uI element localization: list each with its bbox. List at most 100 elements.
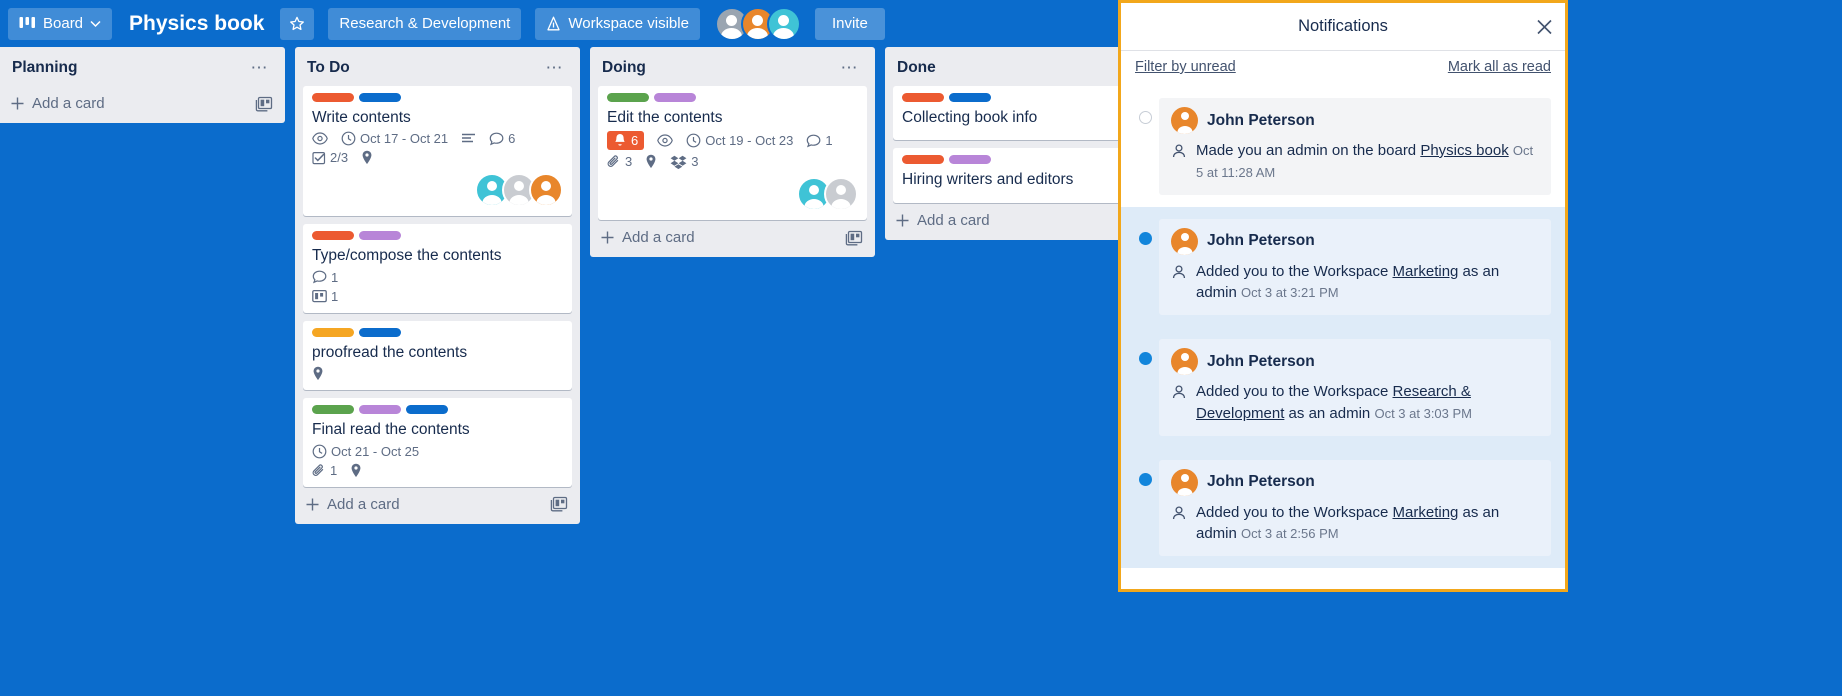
card[interactable]: Edit the contents 6 Oct 19 - Oct 23 1 3 3 — [598, 86, 867, 221]
card-label[interactable] — [949, 155, 991, 165]
add-a-card-label: Add a card — [622, 229, 695, 247]
list-menu-icon[interactable]: ⋯ — [542, 58, 569, 78]
description-icon — [461, 133, 476, 145]
unread-dot-icon[interactable] — [1138, 352, 1152, 365]
list-menu-icon[interactable]: ⋯ — [247, 58, 274, 78]
card[interactable]: Type/compose the contents 1 1 — [303, 224, 572, 313]
list-header: To Do ⋯ — [295, 47, 580, 86]
notification-card[interactable]: John Peterson Added you to the Workspace… — [1159, 459, 1551, 556]
list-doing: Doing ⋯ Edit the contents 6 Oct 19 - Oct 23 1… — [590, 47, 875, 258]
notification-item[interactable]: John Peterson Made you an admin on the b… — [1121, 86, 1565, 207]
due-date-label: Oct 17 - Oct 21 — [360, 131, 449, 147]
card-label[interactable] — [359, 327, 401, 337]
card[interactable]: Write contents Oct 17 - Oct 21 6 2/3 — [303, 86, 572, 217]
card-meta-row — [312, 366, 563, 381]
notification-read-toggle[interactable] — [1131, 219, 1159, 245]
read-dot-icon[interactable] — [1138, 111, 1152, 124]
board-view-button[interactable]: Board — [8, 7, 113, 40]
list-menu-icon[interactable]: ⋯ — [837, 58, 864, 78]
unread-dot-icon[interactable] — [1138, 472, 1152, 486]
card-meta-row: 1 — [312, 270, 563, 285]
card-template-icon[interactable] — [845, 230, 863, 246]
card-label[interactable] — [902, 93, 944, 102]
avatar[interactable] — [529, 173, 563, 208]
plus-icon — [10, 96, 25, 111]
due-date: Oct 21 - Oct 25 — [312, 444, 419, 459]
attachment-label: 3 — [625, 154, 633, 170]
member-icon — [1171, 381, 1187, 400]
notification-card[interactable]: John Peterson Added you to the Workspace… — [1159, 339, 1551, 436]
notification-user-name: John Peterson — [1207, 473, 1315, 490]
comment-count: 1 — [806, 133, 833, 148]
due-date: Oct 17 - Oct 21 — [341, 131, 448, 146]
card-label[interactable] — [359, 405, 401, 415]
notification-time: Oct 3 at 3:21 PM — [1241, 285, 1339, 301]
card-label[interactable] — [902, 155, 944, 165]
notification-user-name: John Peterson — [1207, 352, 1315, 370]
avatar[interactable] — [824, 177, 858, 212]
notification-item[interactable]: John Peterson Added you to the Workspace… — [1121, 447, 1565, 568]
notification-card[interactable]: John Peterson Added you to the Workspace… — [1159, 218, 1551, 315]
notification-link[interactable]: Marketing — [1393, 504, 1459, 521]
close-icon[interactable] — [1536, 18, 1553, 35]
notification-body: Added you to the Workspace Marketing as … — [1171, 502, 1539, 546]
card[interactable]: proofread the contents — [303, 320, 572, 391]
notification-link[interactable]: Marketing — [1393, 263, 1459, 280]
card-label[interactable] — [607, 93, 649, 102]
invite-button[interactable]: Invite — [814, 7, 885, 40]
notification-read-toggle[interactable] — [1131, 98, 1159, 124]
notification-read-toggle[interactable] — [1131, 460, 1159, 486]
card-labels — [312, 405, 563, 415]
notification-read-toggle[interactable] — [1131, 339, 1159, 365]
add-a-card-label: Add a card — [327, 495, 400, 513]
invite-label: Invite — [831, 15, 868, 32]
member-icon — [1171, 502, 1187, 521]
workspace-name-button[interactable]: Research & Development — [328, 7, 522, 40]
due-date-label: Oct 19 - Oct 23 — [705, 133, 794, 149]
card[interactable]: Final read the contents Oct 21 - Oct 25 1 — [303, 398, 572, 487]
add-a-card-label: Add a card — [917, 211, 990, 229]
mark-all-as-read-link[interactable]: Mark all as read — [1448, 59, 1551, 75]
filter-by-unread-link[interactable]: Filter by unread — [1135, 59, 1236, 75]
card-label[interactable] — [654, 93, 696, 102]
plus-icon — [600, 230, 615, 245]
board-icon — [19, 16, 36, 31]
notification-user-name: John Peterson — [1207, 111, 1315, 129]
add-a-card-button[interactable]: Add a card — [590, 220, 875, 257]
card-label[interactable] — [359, 93, 401, 102]
notification-link[interactable]: Physics book — [1420, 142, 1508, 159]
workspace-visible-icon — [546, 16, 561, 32]
add-a-card-button[interactable]: Add a card — [295, 487, 580, 524]
card-label[interactable] — [312, 327, 354, 337]
notifications-title: Notifications — [1298, 17, 1388, 35]
card-label[interactable] — [359, 231, 401, 241]
notification-item[interactable]: John Peterson Added you to the Workspace… — [1121, 206, 1565, 327]
card-title: Collecting book info — [902, 109, 1038, 126]
unread-dot-icon[interactable] — [1138, 231, 1152, 245]
page-title: Physics book — [129, 11, 265, 35]
card-label[interactable] — [312, 231, 354, 241]
workspace-visibility-button[interactable]: Workspace visible — [535, 7, 700, 40]
card-members — [312, 173, 563, 208]
avatar[interactable] — [766, 6, 801, 41]
notification-time: Oct 3 at 3:03 PM — [1374, 405, 1472, 421]
star-icon — [289, 16, 305, 32]
card-label[interactable] — [406, 405, 448, 415]
due-soon-badge[interactable]: 6 — [607, 131, 645, 151]
card-label[interactable] — [312, 93, 354, 102]
card-meta-row: 6 Oct 19 - Oct 23 1 — [607, 131, 858, 151]
card-template-icon[interactable] — [255, 96, 273, 112]
card-label[interactable] — [949, 93, 991, 102]
card-meta-row: 1 — [312, 463, 563, 478]
add-a-card-button[interactable]: Add a card — [0, 86, 285, 123]
card-template-icon[interactable] — [550, 496, 568, 512]
card-label[interactable] — [312, 405, 354, 415]
notification-item[interactable]: John Peterson Added you to the Workspace… — [1121, 327, 1565, 448]
plus-icon — [305, 497, 320, 512]
star-board-button[interactable] — [280, 7, 315, 40]
dropbox-label: 3 — [691, 154, 699, 170]
notification-card[interactable]: John Peterson Made you an admin on the b… — [1159, 98, 1551, 195]
card-labels — [607, 93, 858, 102]
plus-icon — [895, 213, 910, 228]
list-title: Planning — [12, 59, 78, 76]
